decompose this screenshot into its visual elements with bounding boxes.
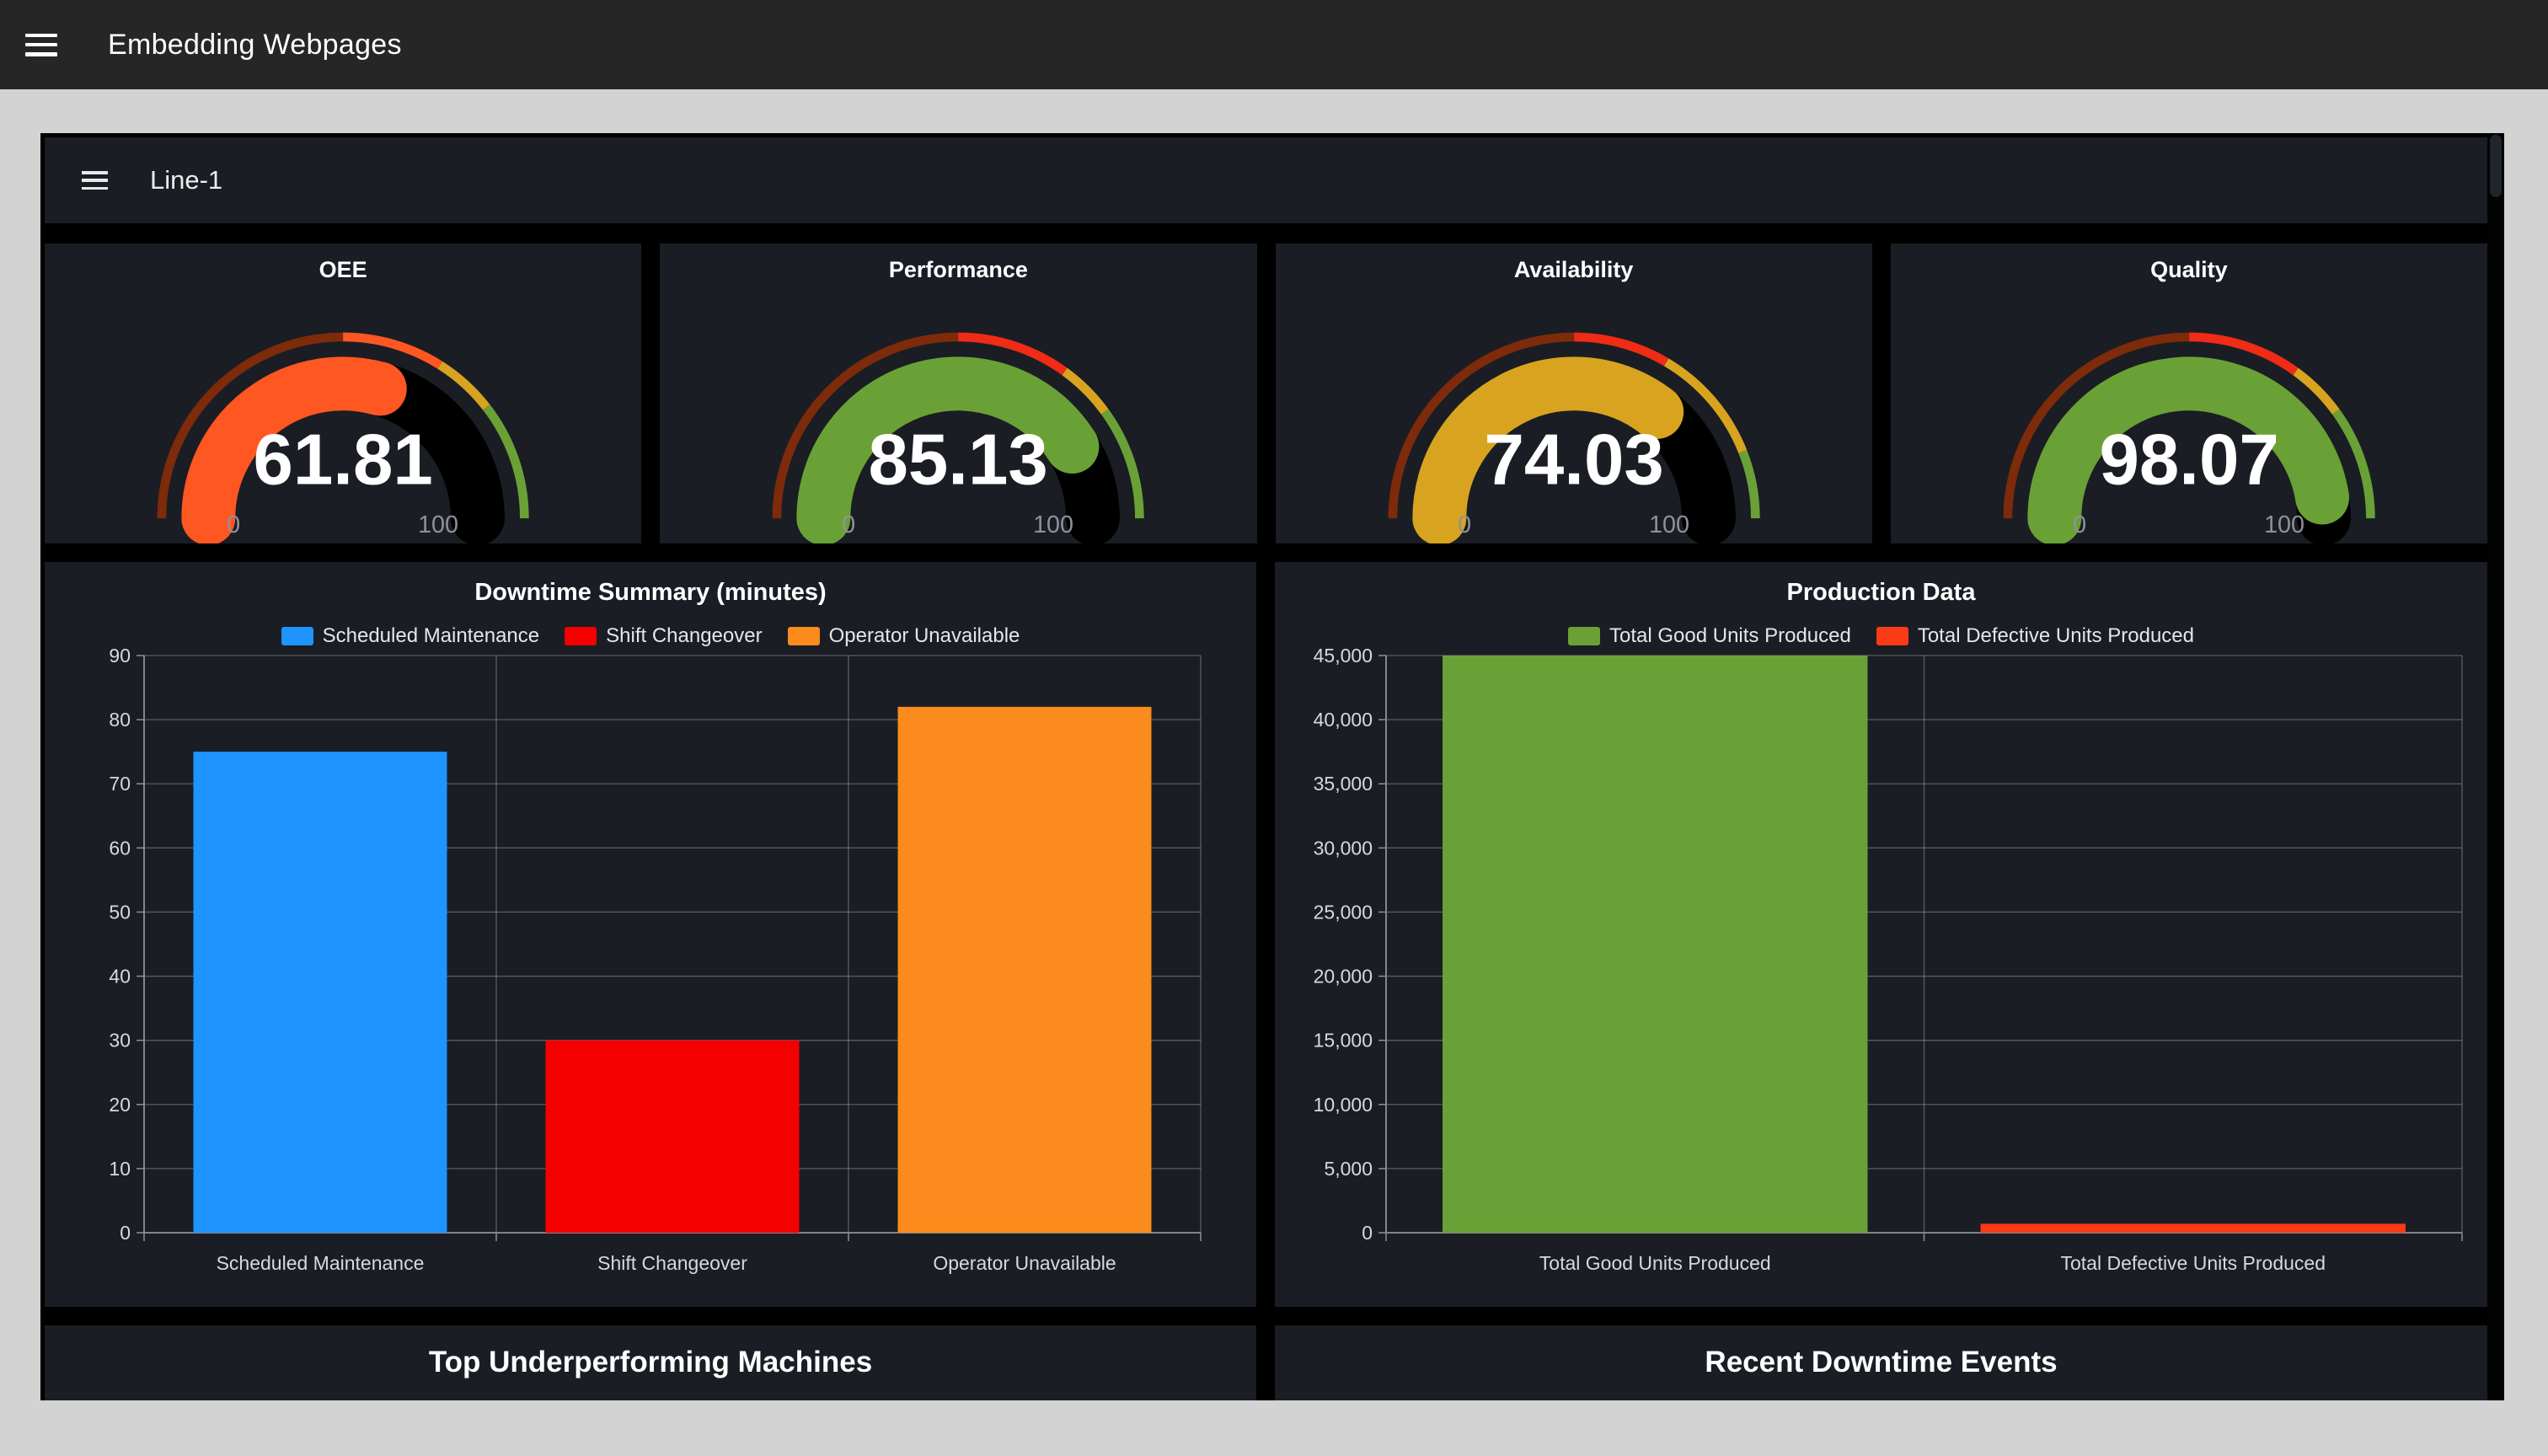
downtime-bar-plot: 0 10 20 30 40 50 60 70 80 90 Scheduled Maintenance… xyxy=(45,647,1256,1307)
category-label: Scheduled Maintenance xyxy=(217,1252,425,1274)
gauge-title: Availability xyxy=(1276,257,1872,283)
legend-item[interactable]: Total Defective Units Produced xyxy=(1876,624,2194,648)
svg-text:20,000: 20,000 xyxy=(1314,966,1373,988)
svg-text:70: 70 xyxy=(109,773,131,795)
legend-swatch xyxy=(1568,627,1600,645)
bar-2 xyxy=(898,707,1152,1233)
legend-item[interactable]: Operator Unavailable xyxy=(788,624,1020,648)
embedded-dashboard: Line-1 OEE61.810100Performance85.130100A… xyxy=(40,133,2504,1400)
panel-heading: Top Underperforming Machines xyxy=(45,1346,1256,1379)
svg-text:100: 100 xyxy=(1649,511,1689,538)
gauge-quality: 98.07 0 100 xyxy=(1891,283,2487,543)
svg-text:30: 30 xyxy=(109,1030,131,1052)
svg-text:90: 90 xyxy=(109,647,131,666)
svg-text:0: 0 xyxy=(120,1222,131,1244)
panel-heading: Recent Downtime Events xyxy=(1275,1346,2487,1379)
gauge-title: Performance xyxy=(660,257,1256,283)
svg-text:35,000: 35,000 xyxy=(1314,773,1373,795)
legend-swatch xyxy=(788,627,820,645)
svg-text:0: 0 xyxy=(227,511,240,538)
gauge-title: Quality xyxy=(1891,257,2487,283)
svg-text:0: 0 xyxy=(842,511,855,538)
gauge-card-oee: OEE 61.81 0 100 xyxy=(45,244,641,543)
legend-label: Shift Changeover xyxy=(606,624,762,648)
svg-text:50: 50 xyxy=(109,901,131,923)
legend-label: Operator Unavailable xyxy=(829,624,1020,648)
svg-text:61.81: 61.81 xyxy=(253,420,432,500)
svg-text:45,000: 45,000 xyxy=(1314,647,1373,666)
svg-text:0: 0 xyxy=(2073,511,2086,538)
svg-text:100: 100 xyxy=(1033,511,1073,538)
legend-swatch xyxy=(1876,627,1908,645)
top-underperforming-machines-panel: Top Underperforming Machines xyxy=(45,1325,1256,1400)
svg-text:80: 80 xyxy=(109,709,131,731)
bar-0 xyxy=(1443,656,1867,1233)
gauge-title: OEE xyxy=(45,257,641,283)
app-menu-icon[interactable] xyxy=(25,34,57,56)
svg-text:40: 40 xyxy=(109,966,131,988)
page: Embedding Webpages Line-1 OEE61.810100Pe… xyxy=(0,0,2548,1456)
svg-text:10: 10 xyxy=(109,1158,131,1180)
gauge-card-quality: Quality 98.07 0 100 xyxy=(1891,244,2487,543)
gauge-card-performance: Performance 85.13 0 100 xyxy=(660,244,1256,543)
svg-text:100: 100 xyxy=(2264,511,2304,538)
bar-1 xyxy=(546,1041,800,1233)
chart-title: Downtime Summary (minutes) xyxy=(45,579,1256,607)
svg-text:20: 20 xyxy=(109,1094,131,1116)
gauge-row: OEE61.810100Performance85.130100Availabi… xyxy=(45,244,2487,543)
legend-item[interactable]: Scheduled Maintenance xyxy=(281,624,540,648)
legend-swatch xyxy=(565,627,597,645)
chart-legend: Scheduled Maintenance Shift Changeover Ope… xyxy=(45,625,1256,647)
downtime-summary-chart: Downtime Summary (minutes) Scheduled Mai… xyxy=(45,562,1256,1307)
app-title: Embedding Webpages xyxy=(108,29,402,62)
svg-text:5,000: 5,000 xyxy=(1324,1158,1373,1180)
chart-legend: Total Good Units Produced Total Defective… xyxy=(1275,625,2487,647)
category-label: Total Good Units Produced xyxy=(1539,1252,1771,1274)
legend-item[interactable]: Total Good Units Produced xyxy=(1568,624,1851,648)
legend-label: Total Defective Units Produced xyxy=(1918,624,2194,648)
svg-text:30,000: 30,000 xyxy=(1314,837,1373,859)
svg-text:25,000: 25,000 xyxy=(1314,901,1373,923)
recent-downtime-events-panel: Recent Downtime Events xyxy=(1275,1325,2487,1400)
category-label: Total Defective Units Produced xyxy=(2061,1252,2326,1274)
svg-text:74.03: 74.03 xyxy=(1484,420,1663,500)
dashboard-title: Line-1 xyxy=(150,165,222,195)
category-label: Shift Changeover xyxy=(597,1252,747,1274)
legend-item[interactable]: Shift Changeover xyxy=(565,624,762,648)
svg-text:100: 100 xyxy=(418,511,458,538)
svg-text:0: 0 xyxy=(1362,1222,1373,1244)
svg-text:98.07: 98.07 xyxy=(2099,420,2278,500)
bar-1 xyxy=(1981,1223,2406,1233)
bar-0 xyxy=(194,752,447,1233)
svg-text:0: 0 xyxy=(1458,511,1471,538)
dashboard-scrollbar[interactable] xyxy=(2487,133,2504,1400)
production-data-chart: Production Data Total Good Units Produce… xyxy=(1275,562,2487,1307)
production-bar-plot: 0 5,000 10,000 15,000 20,000 25,000 30,000 35,0… xyxy=(1275,647,2487,1307)
svg-text:85.13: 85.13 xyxy=(869,420,1048,500)
scrollbar-thumb[interactable] xyxy=(2490,135,2502,197)
gauge-card-availability: Availability 74.03 0 100 xyxy=(1276,244,1872,543)
gauge-oee: 61.81 0 100 xyxy=(45,283,641,543)
bottom-row: Top Underperforming Machines Recent Down… xyxy=(45,1325,2487,1400)
svg-text:40,000: 40,000 xyxy=(1314,709,1373,731)
dashboard-content: Line-1 OEE61.810100Performance85.130100A… xyxy=(40,133,2487,1400)
svg-text:10,000: 10,000 xyxy=(1314,1094,1373,1116)
gauge-performance: 85.13 0 100 xyxy=(660,283,1256,543)
legend-swatch xyxy=(281,627,313,645)
gauge-availability: 74.03 0 100 xyxy=(1276,283,1872,543)
app-bar: Embedding Webpages xyxy=(0,0,2548,89)
chart-title: Production Data xyxy=(1275,579,2487,607)
dashboard-menu-icon[interactable] xyxy=(82,171,108,190)
svg-text:15,000: 15,000 xyxy=(1314,1030,1373,1052)
svg-text:60: 60 xyxy=(109,837,131,859)
chart-row: Downtime Summary (minutes) Scheduled Mai… xyxy=(45,562,2487,1307)
legend-label: Total Good Units Produced xyxy=(1609,624,1851,648)
dashboard-header: Line-1 xyxy=(45,137,2487,223)
category-label: Operator Unavailable xyxy=(933,1252,1116,1274)
legend-label: Scheduled Maintenance xyxy=(323,624,540,648)
